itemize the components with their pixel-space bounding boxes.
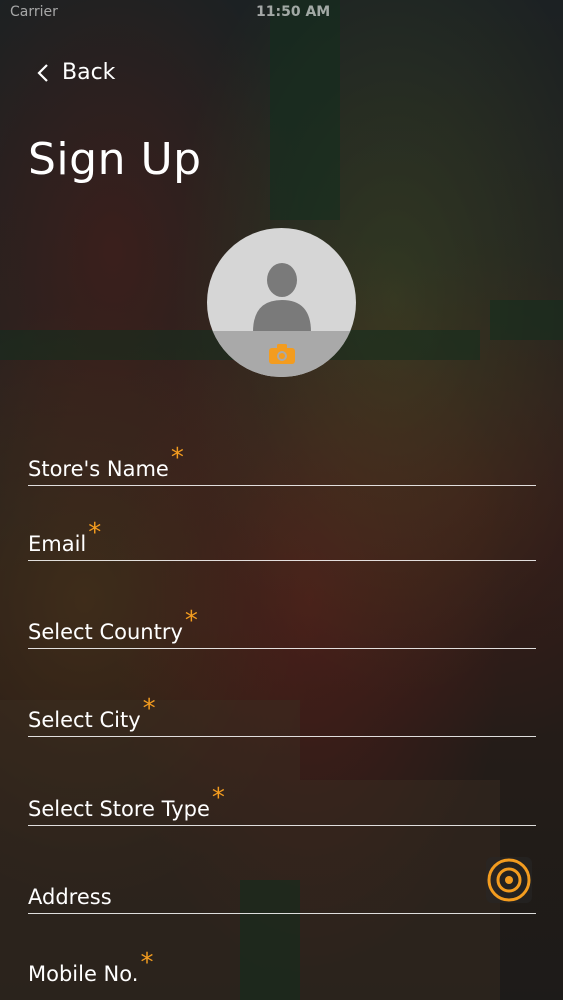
status-bar: Carrier 11:50 AM	[10, 4, 553, 24]
required-marker: *	[170, 443, 184, 473]
page-title: Sign Up	[28, 134, 202, 185]
carrier-label: Carrier	[10, 4, 58, 20]
back-label: Back	[62, 60, 116, 85]
status-time: 11:50 AM	[256, 4, 331, 20]
email-field[interactable]: Email*	[28, 518, 536, 561]
chevron-left-icon	[37, 63, 48, 82]
city-select[interactable]: Select City*	[28, 694, 536, 737]
required-marker: *	[211, 783, 225, 813]
field-label: Select City*	[28, 694, 156, 732]
address-field[interactable]: Address	[28, 857, 536, 914]
field-label: Email*	[28, 518, 102, 556]
store-name-field[interactable]: Store's Name*	[28, 443, 536, 486]
location-button[interactable]	[486, 857, 532, 903]
field-label: Select Country*	[28, 606, 198, 644]
field-label: Mobile No.*	[28, 948, 154, 986]
required-marker: *	[142, 694, 156, 724]
mobile-field[interactable]: Mobile No.*	[28, 948, 536, 990]
camera-icon[interactable]	[268, 343, 296, 365]
required-marker: *	[88, 518, 102, 548]
country-select[interactable]: Select Country*	[28, 606, 536, 649]
person-icon	[253, 263, 311, 332]
profile-photo-picker[interactable]	[207, 228, 356, 377]
back-button[interactable]: Back	[36, 60, 115, 85]
field-label: Store's Name*	[28, 443, 184, 481]
field-label: Address	[28, 885, 112, 909]
store-type-select[interactable]: Select Store Type*	[28, 783, 536, 826]
required-marker: *	[140, 948, 154, 978]
field-label: Select Store Type*	[28, 783, 225, 821]
location-target-icon	[487, 858, 531, 902]
required-marker: *	[184, 606, 198, 636]
